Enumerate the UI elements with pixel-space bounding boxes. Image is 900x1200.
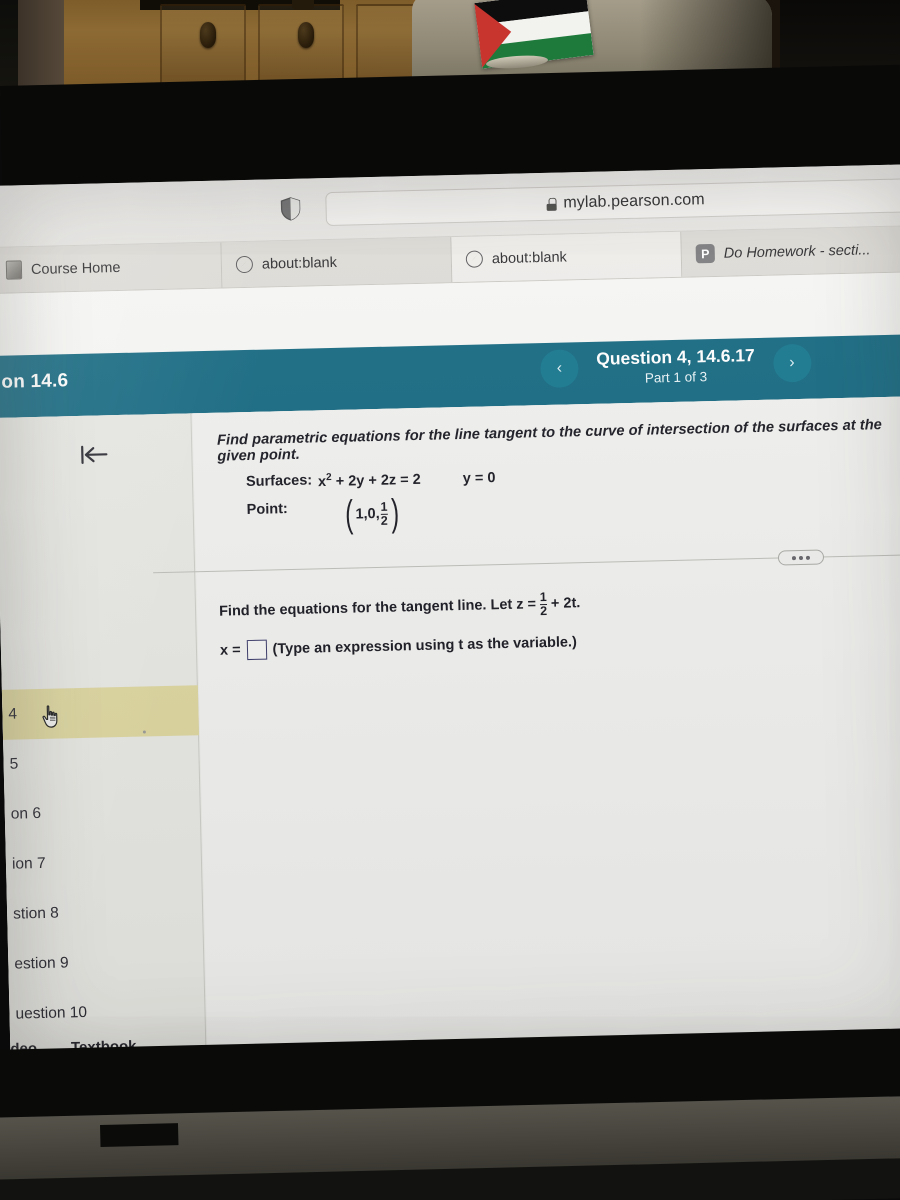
- fraction-denominator: 2: [380, 513, 388, 528]
- question-part-label: Part 1 of 3: [644, 369, 708, 386]
- point-fraction: 1 2: [380, 499, 388, 528]
- answer-hint: (Type an expression using t as the varia…: [272, 634, 577, 658]
- fraction-numerator: 1: [380, 499, 388, 514]
- browser-tab-about-blank-1[interactable]: about:blank: [221, 237, 453, 288]
- safari-compass-icon: [235, 255, 254, 274]
- question-content-pane: Find parametric equations for the line t…: [81, 396, 900, 1062]
- surfaces-row: Surfaces: x2 + 2y + 2z = 2 y = 0: [246, 468, 496, 492]
- cabinet-knob: [292, 0, 314, 10]
- question-prompt: Find parametric equations for the line t…: [216, 417, 883, 465]
- back-to-start-icon[interactable]: [79, 443, 110, 466]
- sidebar-item-label: uestion 10: [15, 1003, 88, 1023]
- next-question-button[interactable]: ›: [772, 343, 812, 383]
- laptop-screen: mylab.pearson.com Course Home about:blan…: [0, 164, 900, 1066]
- document-icon: [5, 260, 23, 280]
- surfaces-eq-second: y = 0: [462, 470, 496, 487]
- privacy-shield-icon[interactable]: [280, 197, 301, 221]
- tab-label: about:blank: [261, 254, 338, 273]
- lock-icon: [546, 197, 556, 210]
- question-suffix-text: + 2t.: [550, 595, 581, 613]
- page-body: 4 5 on 6 ion 7 stion 8 estion 9 uestion …: [0, 396, 900, 1066]
- question-prefix-text: Find the equations for the tangent line.…: [218, 596, 537, 620]
- tangent-line-question: Find the equations for the tangent line.…: [219, 590, 581, 625]
- surfaces-label: Surfaces:: [245, 472, 313, 491]
- section-title: ction 14.6: [0, 370, 69, 394]
- sidebar-item-label: on 6: [10, 804, 42, 823]
- ellipsis-collapse-icon[interactable]: [777, 549, 825, 566]
- cabinet-handle: [298, 22, 314, 48]
- surfaces-equations: x2 + 2y + 2z = 2 y = 0: [318, 468, 496, 490]
- surfaces-eq-exponent: 2: [325, 472, 332, 484]
- pearson-p-icon: P: [695, 243, 716, 264]
- sidebar-item-label: stion 8: [12, 904, 60, 923]
- sidebar-item-label: ion 7: [11, 854, 46, 873]
- sidebar-item-question-9[interactable]: estion 9: [8, 935, 205, 990]
- fraction-numerator: 1: [539, 589, 547, 605]
- sidebar-item-question-7[interactable]: ion 7: [5, 835, 202, 890]
- tab-label: Course Home: [30, 259, 121, 278]
- point-coords: 1,0,: [355, 505, 380, 523]
- address-bar-text: mylab.pearson.com: [563, 191, 705, 212]
- fraction-denominator: 2: [539, 603, 548, 618]
- z-fraction: 1 2: [539, 589, 548, 618]
- browser-tab-do-homework[interactable]: P Do Homework - secti...: [681, 226, 900, 277]
- question-list: 4 5 on 6 ion 7 stion 8 estion 9 uestion …: [1, 685, 206, 1040]
- tab-label: about:blank: [491, 248, 568, 267]
- sidebar-item-label: 5: [9, 755, 19, 773]
- answer-row: x = (Type an expression using t as the v…: [219, 632, 577, 661]
- question-title: Question 4, 14.6.17: [596, 345, 755, 369]
- point-label: Point:: [246, 500, 288, 518]
- point-value: ( 1,0, 1 2 ): [342, 492, 401, 536]
- sidebar-item-question-5[interactable]: 5: [3, 735, 200, 790]
- pointer-hand-cursor: [42, 705, 58, 728]
- browser-tab-course-home[interactable]: Course Home: [0, 242, 223, 293]
- answer-input[interactable]: [246, 639, 267, 661]
- laptop-deck-notch: [100, 1123, 179, 1147]
- safari-compass-icon: [465, 250, 484, 268]
- point-row: Point: ( 1,0, 1 2 ): [246, 492, 497, 536]
- sidebar-item-question-6[interactable]: on 6: [4, 785, 201, 840]
- browser-tab-about-blank-2[interactable]: about:blank: [451, 231, 683, 283]
- sidebar-item-question-10[interactable]: uestion 10: [9, 985, 206, 1040]
- question-navigation: ‹ Question 4, 14.6.17 Part 1 of 3 ›: [540, 343, 812, 389]
- tab-label: Do Homework - secti...: [723, 241, 871, 262]
- previous-question-button[interactable]: ‹: [540, 349, 579, 389]
- cabinet-handle: [200, 22, 216, 48]
- right-paren: ): [390, 492, 400, 535]
- surfaces-eq-rest: + 2y + 2z = 2: [335, 471, 421, 490]
- sidebar-item-question-4[interactable]: 4: [1, 685, 199, 740]
- answer-label: x =: [219, 642, 241, 659]
- left-paren: (: [344, 493, 354, 536]
- sidebar-item-label: 4: [8, 705, 18, 723]
- sidebar-marker-dot: [142, 730, 146, 734]
- laptop-photo: mylab.pearson.com Course Home about:blan…: [0, 0, 900, 1200]
- question-list-sidebar: 4 5 on 6 ion 7 stion 8 estion 9 uestion …: [0, 413, 207, 1066]
- address-bar[interactable]: mylab.pearson.com: [325, 177, 900, 227]
- cabinet-left-edge: [18, 0, 64, 96]
- sidebar-item-label: estion 9: [14, 954, 69, 973]
- question-info: Question 4, 14.6.17 Part 1 of 3: [596, 345, 755, 387]
- sidebar-item-question-8[interactable]: stion 8: [7, 885, 204, 940]
- given-data: Surfaces: x2 + 2y + 2z = 2 y = 0 Point: …: [246, 468, 497, 542]
